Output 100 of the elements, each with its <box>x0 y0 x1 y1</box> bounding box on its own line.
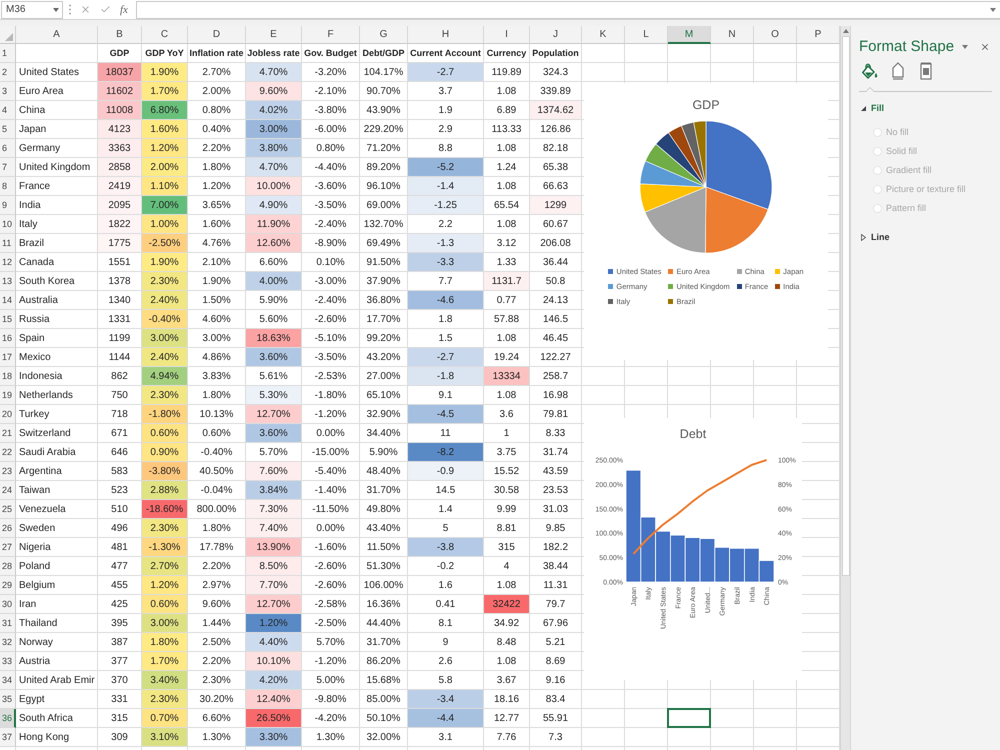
table-cell-text: 9.16 <box>544 674 566 688</box>
cancel-icon[interactable] <box>80 4 91 15</box>
column-header[interactable]: M <box>668 26 711 44</box>
column-header[interactable]: F <box>302 26 360 44</box>
column-header[interactable]: I <box>484 26 530 44</box>
column-header[interactable]: K <box>582 26 625 44</box>
row-header[interactable]: 19 <box>0 386 16 405</box>
table-cell-text: 15.68% <box>366 674 402 688</box>
formula-input[interactable] <box>136 0 1000 18</box>
table-cell-text: Thailand <box>18 616 58 630</box>
row-header[interactable]: 14 <box>0 291 16 310</box>
vertical-scrollbar[interactable] <box>840 26 850 750</box>
table-cell-text: 425 <box>110 598 129 612</box>
row-header[interactable]: 25 <box>0 500 16 519</box>
section-header[interactable]: Line <box>861 232 992 242</box>
table-cell-text: Indonesia <box>18 370 64 384</box>
close-icon[interactable] <box>980 42 990 52</box>
row-header[interactable]: 5 <box>0 120 16 139</box>
row-header[interactable]: 29 <box>0 576 16 595</box>
panel-tab[interactable] <box>861 62 879 92</box>
insert-function-button[interactable]: fx <box>120 4 128 16</box>
row-header[interactable]: 16 <box>0 329 16 348</box>
row-header[interactable]: 26 <box>0 519 16 538</box>
column-header[interactable]: P <box>797 26 840 44</box>
row-header[interactable]: 21 <box>0 424 16 443</box>
row-header[interactable]: 8 <box>0 177 16 196</box>
column-header[interactable]: E <box>246 26 302 44</box>
table-cell-text: Italy <box>18 218 38 232</box>
row-header[interactable]: 18 <box>0 367 16 386</box>
row-header[interactable]: 36 <box>0 709 16 728</box>
column-header[interactable]: L <box>625 26 668 44</box>
table-cell-text: 0.10% <box>315 256 346 270</box>
row-header[interactable]: 4 <box>0 101 16 120</box>
column-header[interactable]: H <box>408 26 484 44</box>
table-cell-text: 477 <box>110 560 129 574</box>
check-icon[interactable] <box>100 4 111 15</box>
row-header[interactable]: 37 <box>0 728 16 747</box>
row-header[interactable]: 2 <box>0 63 16 82</box>
table-cell-text: 23.53 <box>542 484 570 498</box>
caret-icon[interactable] <box>53 8 59 12</box>
column-header[interactable]: A <box>16 26 98 44</box>
table-cell: 1822 <box>98 215 141 233</box>
row-header[interactable]: 13 <box>0 272 16 291</box>
column-header[interactable]: G <box>360 26 408 44</box>
table-cell-text: Netherlands <box>18 388 74 402</box>
table-cell-text: 132.70% <box>362 218 404 232</box>
table-cell-text: 1199 <box>108 332 132 346</box>
row-header[interactable]: 12 <box>0 253 16 272</box>
column-header[interactable]: O <box>754 26 797 44</box>
table-cell-text: 370 <box>110 674 129 688</box>
scrollbar-thumb[interactable] <box>842 36 850 576</box>
row-header[interactable]: 24 <box>0 481 16 500</box>
row-header[interactable]: 11 <box>0 234 16 253</box>
section-header[interactable]: Fill <box>861 103 992 113</box>
table-cell-text: 4.86% <box>201 350 232 364</box>
row-header[interactable]: 35 <box>0 690 16 709</box>
table-cell-text: Australia <box>18 294 59 308</box>
table-cell-text: South Africa <box>18 712 74 726</box>
arrow-up-icon[interactable] <box>842 29 848 33</box>
row-header[interactable]: 6 <box>0 139 16 158</box>
table-cell-text: -11.50% <box>311 502 350 516</box>
name-box[interactable]: M36 <box>1 0 63 18</box>
row-header[interactable]: 33 <box>0 652 16 671</box>
row-header[interactable]: 27 <box>0 538 16 557</box>
table-cell: 2.30% <box>142 386 187 404</box>
table-cell: -1.25 <box>408 196 483 214</box>
column-header[interactable]: D <box>188 26 246 44</box>
caret-icon[interactable] <box>962 44 968 48</box>
row-header[interactable]: 22 <box>0 443 16 462</box>
column-header[interactable]: N <box>711 26 754 44</box>
row-header[interactable]: 23 <box>0 462 16 481</box>
row-header[interactable]: 20 <box>0 405 16 424</box>
table-cell: 2.30% <box>142 519 187 537</box>
row-header[interactable]: 10 <box>0 215 16 234</box>
caret-icon[interactable] <box>990 8 996 12</box>
table-cell: -1.80% <box>142 405 187 423</box>
table-cell: 4.20% <box>246 671 301 689</box>
row-header[interactable]: 9 <box>0 196 16 215</box>
row-header[interactable]: 28 <box>0 557 16 576</box>
row-header[interactable]: 15 <box>0 310 16 329</box>
chart-title: Debt <box>680 428 706 442</box>
selected-cell[interactable] <box>667 708 711 728</box>
table-cell-text: 2.6 <box>438 654 454 668</box>
column-header[interactable]: B <box>98 26 142 44</box>
column-header[interactable]: C <box>142 26 188 44</box>
table-cell-text: Venezuela <box>18 502 67 516</box>
row-header[interactable]: 17 <box>0 348 16 367</box>
header-cell-text: Currency <box>486 47 528 60</box>
column-header[interactable]: J <box>530 26 582 44</box>
row-header[interactable]: 30 <box>0 595 16 614</box>
legend-marker-icon <box>608 298 614 304</box>
row-header[interactable]: 7 <box>0 158 16 177</box>
table-cell-text: 46.45 <box>542 332 570 346</box>
row-header[interactable]: 1 <box>0 44 16 63</box>
row-header[interactable]: 31 <box>0 614 16 633</box>
table-cell-text: 1.80% <box>201 522 232 536</box>
table-cell-text: 43.59 <box>542 464 570 478</box>
row-header[interactable]: 3 <box>0 82 16 101</box>
row-header[interactable]: 32 <box>0 633 16 652</box>
row-header[interactable]: 34 <box>0 671 16 690</box>
